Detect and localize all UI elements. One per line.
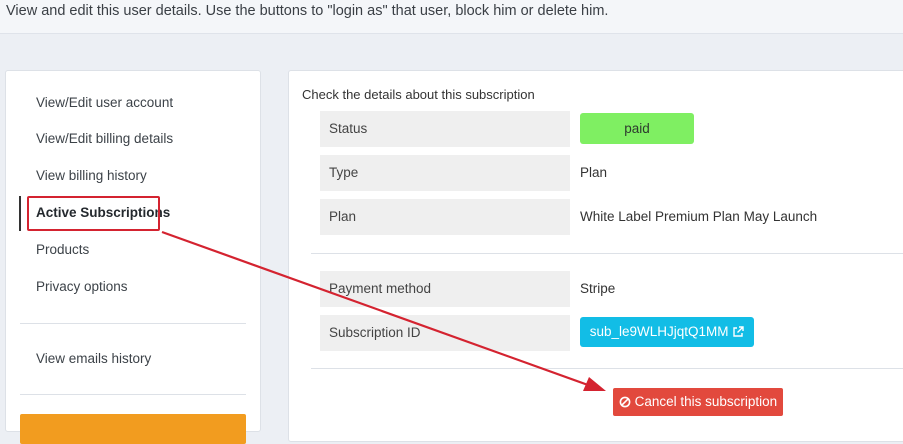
status-label: Status: [320, 111, 570, 147]
payment-method-value: Stripe: [580, 281, 616, 296]
sidebar-item-billing-details[interactable]: View/Edit billing details: [36, 131, 173, 146]
subscription-panel: Check the details about this subscriptio…: [288, 70, 903, 442]
subscription-id-text: sub_le9WLHJjqtQ1MM: [589, 324, 729, 339]
sidebar-item-billing-history[interactable]: View billing history: [36, 168, 147, 183]
status-badge: paid: [580, 113, 694, 144]
page-description-bar: View and edit this user details. Use the…: [0, 0, 903, 34]
sidebar-item-emails-history[interactable]: View emails history: [36, 351, 151, 366]
type-label: Type: [320, 155, 570, 191]
cancel-subscription-label: Cancel this subscription: [634, 394, 778, 409]
plan-label: Plan: [320, 199, 570, 235]
section-divider: [311, 368, 903, 369]
subscription-id-label: Subscription ID: [320, 315, 570, 351]
section-divider: [311, 253, 903, 254]
sidebar-item-privacy-options[interactable]: Privacy options: [36, 279, 128, 294]
subscription-id-link[interactable]: sub_le9WLHJjqtQ1MM: [580, 317, 754, 347]
sidebar-item-user-account[interactable]: View/Edit user account: [36, 95, 173, 110]
sidebar-divider: [20, 394, 246, 395]
user-sidebar: View/Edit user account View/Edit billing…: [5, 70, 261, 444]
annotation-highlight-box: [27, 196, 160, 231]
active-indicator: [19, 196, 21, 231]
sidebar-action-button[interactable]: [20, 414, 246, 444]
ban-icon: [619, 390, 631, 418]
sidebar-divider: [20, 323, 246, 324]
subscription-intro: Check the details about this subscriptio…: [302, 87, 535, 102]
plan-value: White Label Premium Plan May Launch: [580, 209, 818, 224]
sidebar-item-products[interactable]: Products: [36, 242, 89, 257]
payment-method-label: Payment method: [320, 271, 570, 307]
cancel-subscription-button[interactable]: Cancel this subscription: [613, 388, 783, 416]
type-value: Plan: [580, 165, 608, 180]
external-link-icon: [732, 319, 744, 349]
page-description: View and edit this user details. Use the…: [6, 3, 609, 19]
